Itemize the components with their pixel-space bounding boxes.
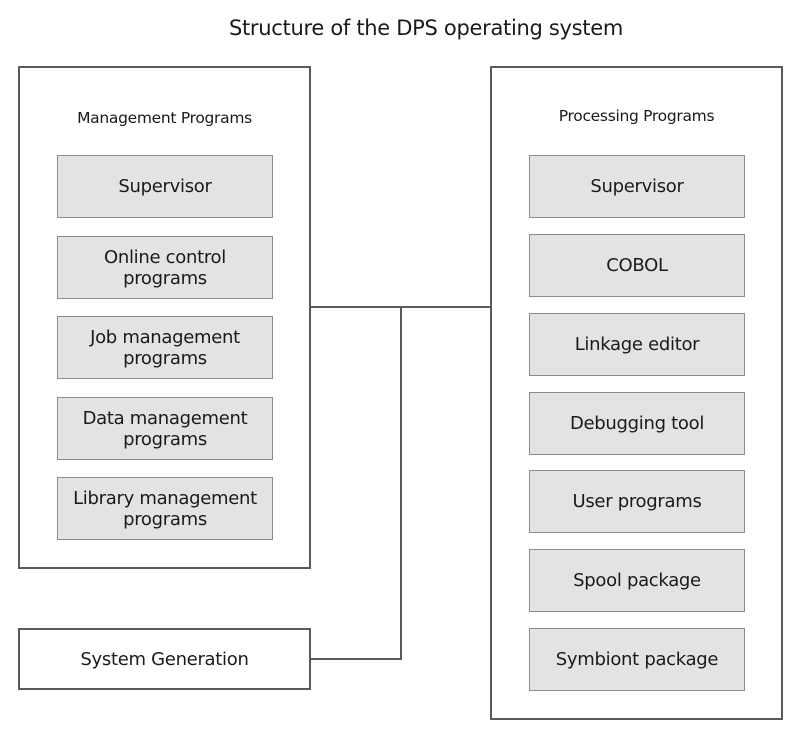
management-item: Supervisor [57, 155, 273, 218]
processing-item: Debugging tool [529, 392, 745, 455]
diagram-title: Structure of the DPS operating system [228, 16, 624, 40]
processing-programs-label: Processing Programs [558, 107, 715, 125]
processing-item: Spool package [529, 549, 745, 612]
processing-item: COBOL [529, 234, 745, 297]
management-item: Job management programs [57, 316, 273, 379]
system-generation-box: System Generation [18, 628, 311, 690]
processing-item: Supervisor [529, 155, 745, 218]
management-item: Library management programs [57, 477, 273, 540]
management-item: Data management programs [57, 397, 273, 460]
processing-item: User programs [529, 470, 745, 533]
connector-system-generation [310, 658, 402, 660]
connector-vertical [400, 306, 402, 660]
processing-item: Linkage editor [529, 313, 745, 376]
processing-item: Symbiont package [529, 628, 745, 691]
management-programs-label: Management Programs [77, 109, 252, 127]
management-item: Online control programs [57, 236, 273, 299]
